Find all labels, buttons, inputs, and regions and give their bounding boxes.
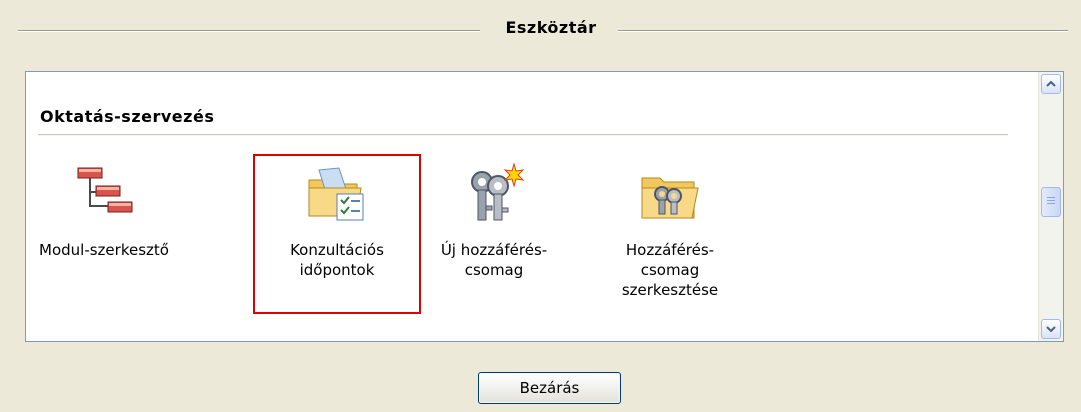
close-button[interactable]: Bezárás — [478, 372, 621, 404]
scroll-down-button[interactable] — [1041, 319, 1061, 339]
tool-module-editor[interactable]: Modul-szerkesztő — [34, 162, 174, 260]
chevron-down-icon — [1046, 326, 1056, 333]
tool-label: Modul-szerkesztő — [39, 241, 169, 259]
tool-label: Hozzáférés-csomag szerkesztése — [621, 241, 719, 299]
scroll-thumb[interactable] — [1041, 187, 1061, 217]
module-editor-icon — [77, 167, 133, 213]
vertical-scrollbar[interactable] — [1038, 72, 1063, 341]
chevron-up-icon — [1046, 80, 1056, 87]
grip-lines-icon — [1047, 197, 1055, 204]
section-divider — [38, 134, 1008, 136]
tool-new-access-package[interactable]: Új hozzáférés-csomag — [424, 162, 564, 280]
page-title: Eszköztár — [505, 18, 597, 37]
edit-access-package-icon — [641, 177, 699, 219]
tool-consultation-times[interactable]: Konzultációs időpontok — [253, 154, 421, 314]
scroll-up-button[interactable] — [1041, 74, 1061, 94]
tools-panel: Oktatás-szervezés Modul-szerkesztő Konzu… — [25, 71, 1064, 342]
section-title: Oktatás-szervezés — [40, 107, 215, 126]
title-divider-right — [618, 30, 1068, 32]
new-access-package-icon — [471, 162, 525, 221]
tool-label: Új hozzáférés-csomag — [440, 241, 548, 279]
tool-label: Konzultációs időpontok — [290, 241, 384, 279]
tool-edit-access-package[interactable]: Hozzáférés-csomag szerkesztése — [600, 162, 740, 300]
toolbar-title-row: Eszköztár — [18, 12, 1068, 46]
title-divider-left — [18, 30, 480, 32]
consultation-times-icon — [308, 167, 364, 221]
